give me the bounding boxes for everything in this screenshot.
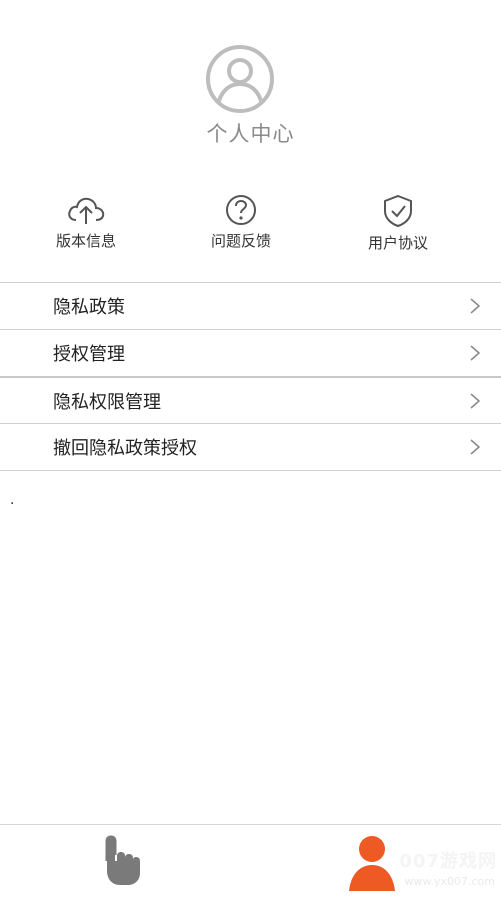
chevron-right-icon [470,393,481,409]
menu-item-authorization[interactable]: 授权管理 [0,329,501,376]
menu-item-label: 隐私政策 [53,297,125,318]
menu-item-label: 隐私权限管理 [53,391,161,413]
menu-item-privacy-policy[interactable]: 隐私政策 [0,282,501,329]
tab-profile[interactable] [345,825,405,893]
shield-check-icon [384,194,412,228]
user-agreement-button[interactable]: 用户协议 [338,190,458,256]
chevron-right-icon [470,298,481,314]
feedback-label: 问题反馈 [210,232,271,250]
watermark-url: www.yx007.com [404,875,495,888]
menu-item-label: 撤回隐私政策授权 [53,438,197,459]
feedback-button[interactable]: 问题反馈 [181,190,301,256]
menu-item-label: 授权管理 [53,344,125,365]
chevron-right-icon [470,439,481,455]
settings-menu: 隐私政策 授权管理 隐私权限管理 撤回隐私政策授权 [0,282,501,471]
page-title: 个人中心 [206,122,295,146]
question-circle-icon [226,195,256,225]
chevron-right-icon [470,345,481,361]
menu-item-privacy-permissions[interactable]: 隐私权限管理 [0,376,501,423]
version-info-label: 版本信息 [55,232,116,250]
quick-actions: 版本信息 问题反馈 用户协议 [0,190,501,260]
tab-home[interactable] [96,825,156,893]
cloud-upload-icon [68,197,105,224]
stray-text: . [10,492,15,508]
person-icon [349,836,395,891]
user-agreement-label: 用户协议 [367,234,428,252]
user-circle-icon[interactable] [205,44,275,114]
watermark: 007游戏网 [399,851,497,872]
menu-item-revoke-consent[interactable]: 撤回隐私政策授权 [0,423,501,471]
version-info-button[interactable]: 版本信息 [26,190,146,256]
bottom-nav: 007游戏网 www.yx007.com [0,824,501,893]
profile-header: 个人中心 [0,0,501,160]
touch-hand-icon [105,835,140,885]
